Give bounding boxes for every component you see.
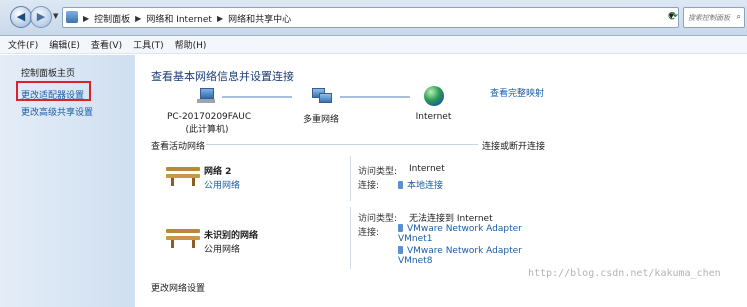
breadcrumb-control-panel[interactable]: 控制面板 (94, 12, 130, 25)
map-node-label: 多重网络 (302, 115, 339, 125)
connect-disconnect-link[interactable]: 连接或断开连接 (482, 139, 545, 152)
column-divider (350, 207, 351, 269)
search-box[interactable]: ⌕ (683, 7, 745, 28)
computer-icon (197, 88, 215, 103)
connection-name[interactable]: VMware Network Adapter VMnet8 (398, 246, 522, 266)
search-icon[interactable]: ⌕ (737, 12, 741, 22)
map-node-this-pc: PC-20170209FAUC (此计算机) (167, 112, 252, 135)
access-type-value: 无法连接到 Internet (409, 214, 493, 224)
menu-edit[interactable]: 编辑(E) (49, 38, 80, 51)
sidebar-item-control-panel-home[interactable]: 控制面板主页 (21, 66, 75, 79)
connection-name[interactable]: VMware Network Adapter VMnet1 (398, 224, 522, 244)
breadcrumb-separator-icon[interactable]: ▶ (217, 14, 223, 23)
connections-label: 连接: (358, 228, 380, 238)
breadcrumb[interactable]: ▶ 控制面板 ▶ 网络和 Internet ▶ 网络和共享中心 ▼ (62, 7, 679, 28)
ethernet-plug-icon (398, 246, 403, 254)
connection-link-vmnet8[interactable]: VMware Network Adapter VMnet8 (398, 246, 523, 266)
map-node-multiple-networks: 多重网络 (291, 112, 351, 125)
ethernet-plug-icon (398, 224, 403, 232)
connection-link-vmnet1[interactable]: VMware Network Adapter VMnet1 (398, 224, 523, 244)
active-networks-label: 查看活动网络 (151, 142, 206, 152)
network-name: 未识别的网络 (204, 231, 259, 241)
menu-tools[interactable]: 工具(T) (133, 38, 164, 51)
menu-file[interactable]: 文件(F) (8, 38, 38, 51)
see-full-map-link[interactable]: 查看完整映射 (490, 86, 544, 99)
menu-view[interactable]: 查看(V) (91, 38, 122, 51)
address-bar: ◀ ▶ ▼ ▶ 控制面板 ▶ 网络和 Internet ▶ 网络和共享中心 ▼ … (0, 0, 747, 36)
connection-name[interactable]: 本地连接 (407, 181, 443, 191)
highlight-box (16, 81, 91, 101)
sidebar-item-change-advanced-sharing[interactable]: 更改高级共享设置 (21, 105, 93, 118)
network-connector-line (222, 96, 292, 98)
network-type-link[interactable]: 公用网络 (204, 178, 240, 191)
map-node-internet: Internet (406, 112, 461, 122)
map-node-label: PC-20170209FAUC (167, 112, 252, 122)
access-type-label: 访问类型: (358, 214, 398, 224)
forward-arrow-icon: ▶ (36, 10, 46, 23)
breadcrumb-network-sharing-center[interactable]: 网络和共享中心 (228, 12, 291, 25)
watermark: http://blog.csdn.net/kakuma_chen (528, 268, 721, 279)
map-node-sublabel: (此计算机) (185, 125, 229, 135)
multiple-networks-icon (312, 88, 332, 104)
breadcrumb-network-internet[interactable]: 网络和 Internet (146, 12, 212, 25)
back-button[interactable]: ◀ (10, 6, 32, 28)
network-connector-line (340, 96, 410, 98)
map-node-label: Internet (415, 112, 452, 122)
access-type-value: Internet (409, 164, 445, 174)
column-divider (350, 156, 351, 201)
public-network-bench-icon (166, 226, 200, 248)
connection-link-local[interactable]: 本地连接 (398, 178, 443, 191)
menu-help[interactable]: 帮助(H) (175, 38, 207, 51)
forward-button[interactable]: ▶ (30, 6, 52, 28)
internet-globe-icon (424, 86, 444, 106)
refresh-icon[interactable]: ⟳ (668, 9, 678, 23)
access-type-label: 访问类型: (358, 167, 398, 177)
page-title: 查看基本网络信息并设置连接 (151, 70, 294, 83)
breadcrumb-separator-icon[interactable]: ▶ (83, 14, 89, 23)
search-input[interactable] (686, 9, 734, 26)
control-panel-icon (66, 11, 78, 23)
menu-bar: 文件(F) 编辑(E) 查看(V) 工具(T) 帮助(H) (0, 36, 747, 54)
back-arrow-icon: ◀ (16, 10, 26, 23)
connections-label: 连接: (358, 181, 380, 191)
recent-pages-dropdown-icon[interactable]: ▼ (53, 12, 58, 20)
ethernet-plug-icon (398, 181, 403, 189)
network-name: 网络 2 (204, 167, 232, 177)
public-network-bench-icon (166, 164, 200, 186)
section-divider (206, 144, 478, 145)
network-type: 公用网络 (204, 245, 241, 255)
change-network-settings-label: 更改网络设置 (151, 284, 206, 294)
breadcrumb-separator-icon[interactable]: ▶ (135, 14, 141, 23)
